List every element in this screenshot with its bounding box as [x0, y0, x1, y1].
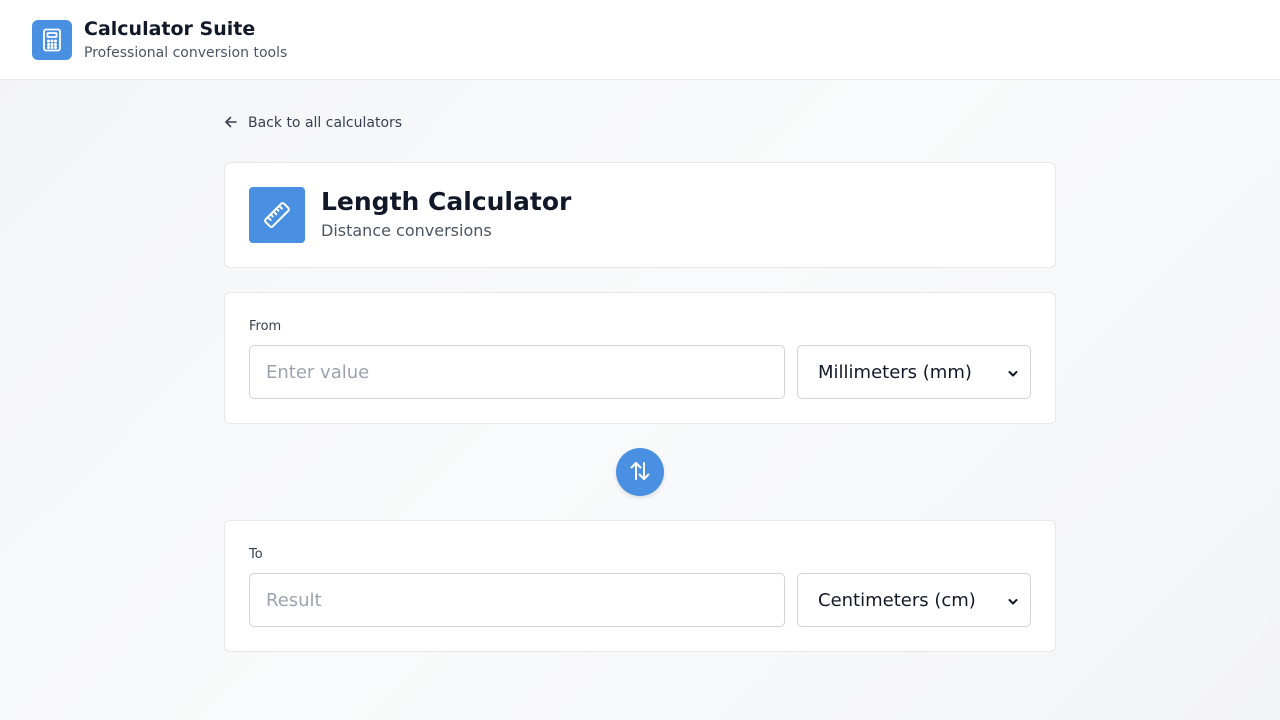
app-subtitle: Professional conversion tools	[84, 45, 288, 61]
back-to-calculators-link[interactable]: Back to all calculators	[224, 112, 402, 134]
to-card: To Centimeters (cm)	[224, 520, 1056, 652]
from-label: From	[249, 319, 282, 334]
from-card: From Millimeters (mm)	[224, 292, 1056, 424]
from-unit-select[interactable]: Millimeters (mm)	[797, 345, 1031, 399]
result-output-field[interactable]	[249, 573, 785, 627]
arrow-left-icon	[224, 114, 238, 133]
back-link-label: Back to all calculators	[248, 115, 403, 131]
to-label: To	[249, 547, 263, 562]
chevron-down-icon	[1008, 363, 1018, 382]
from-value-input[interactable]	[249, 345, 785, 399]
calculator-subtitle: Distance conversions	[321, 221, 492, 240]
calculator-title: Length Calculator	[321, 187, 572, 216]
calculator-icon	[32, 20, 72, 60]
top-bar: Calculator Suite Professional conversion…	[0, 0, 1280, 80]
from-unit-value: Millimeters (mm)	[818, 361, 972, 383]
to-unit-select[interactable]: Centimeters (cm)	[797, 573, 1031, 627]
chevron-down-icon	[1008, 591, 1018, 610]
to-unit-value: Centimeters (cm)	[818, 589, 976, 611]
calculator-header-card: Length Calculator Distance conversions	[224, 162, 1056, 268]
ruler-icon	[249, 187, 305, 243]
swap-vertical-icon	[628, 460, 652, 485]
swap-units-button[interactable]	[616, 448, 664, 496]
app-title: Calculator Suite	[84, 18, 256, 40]
